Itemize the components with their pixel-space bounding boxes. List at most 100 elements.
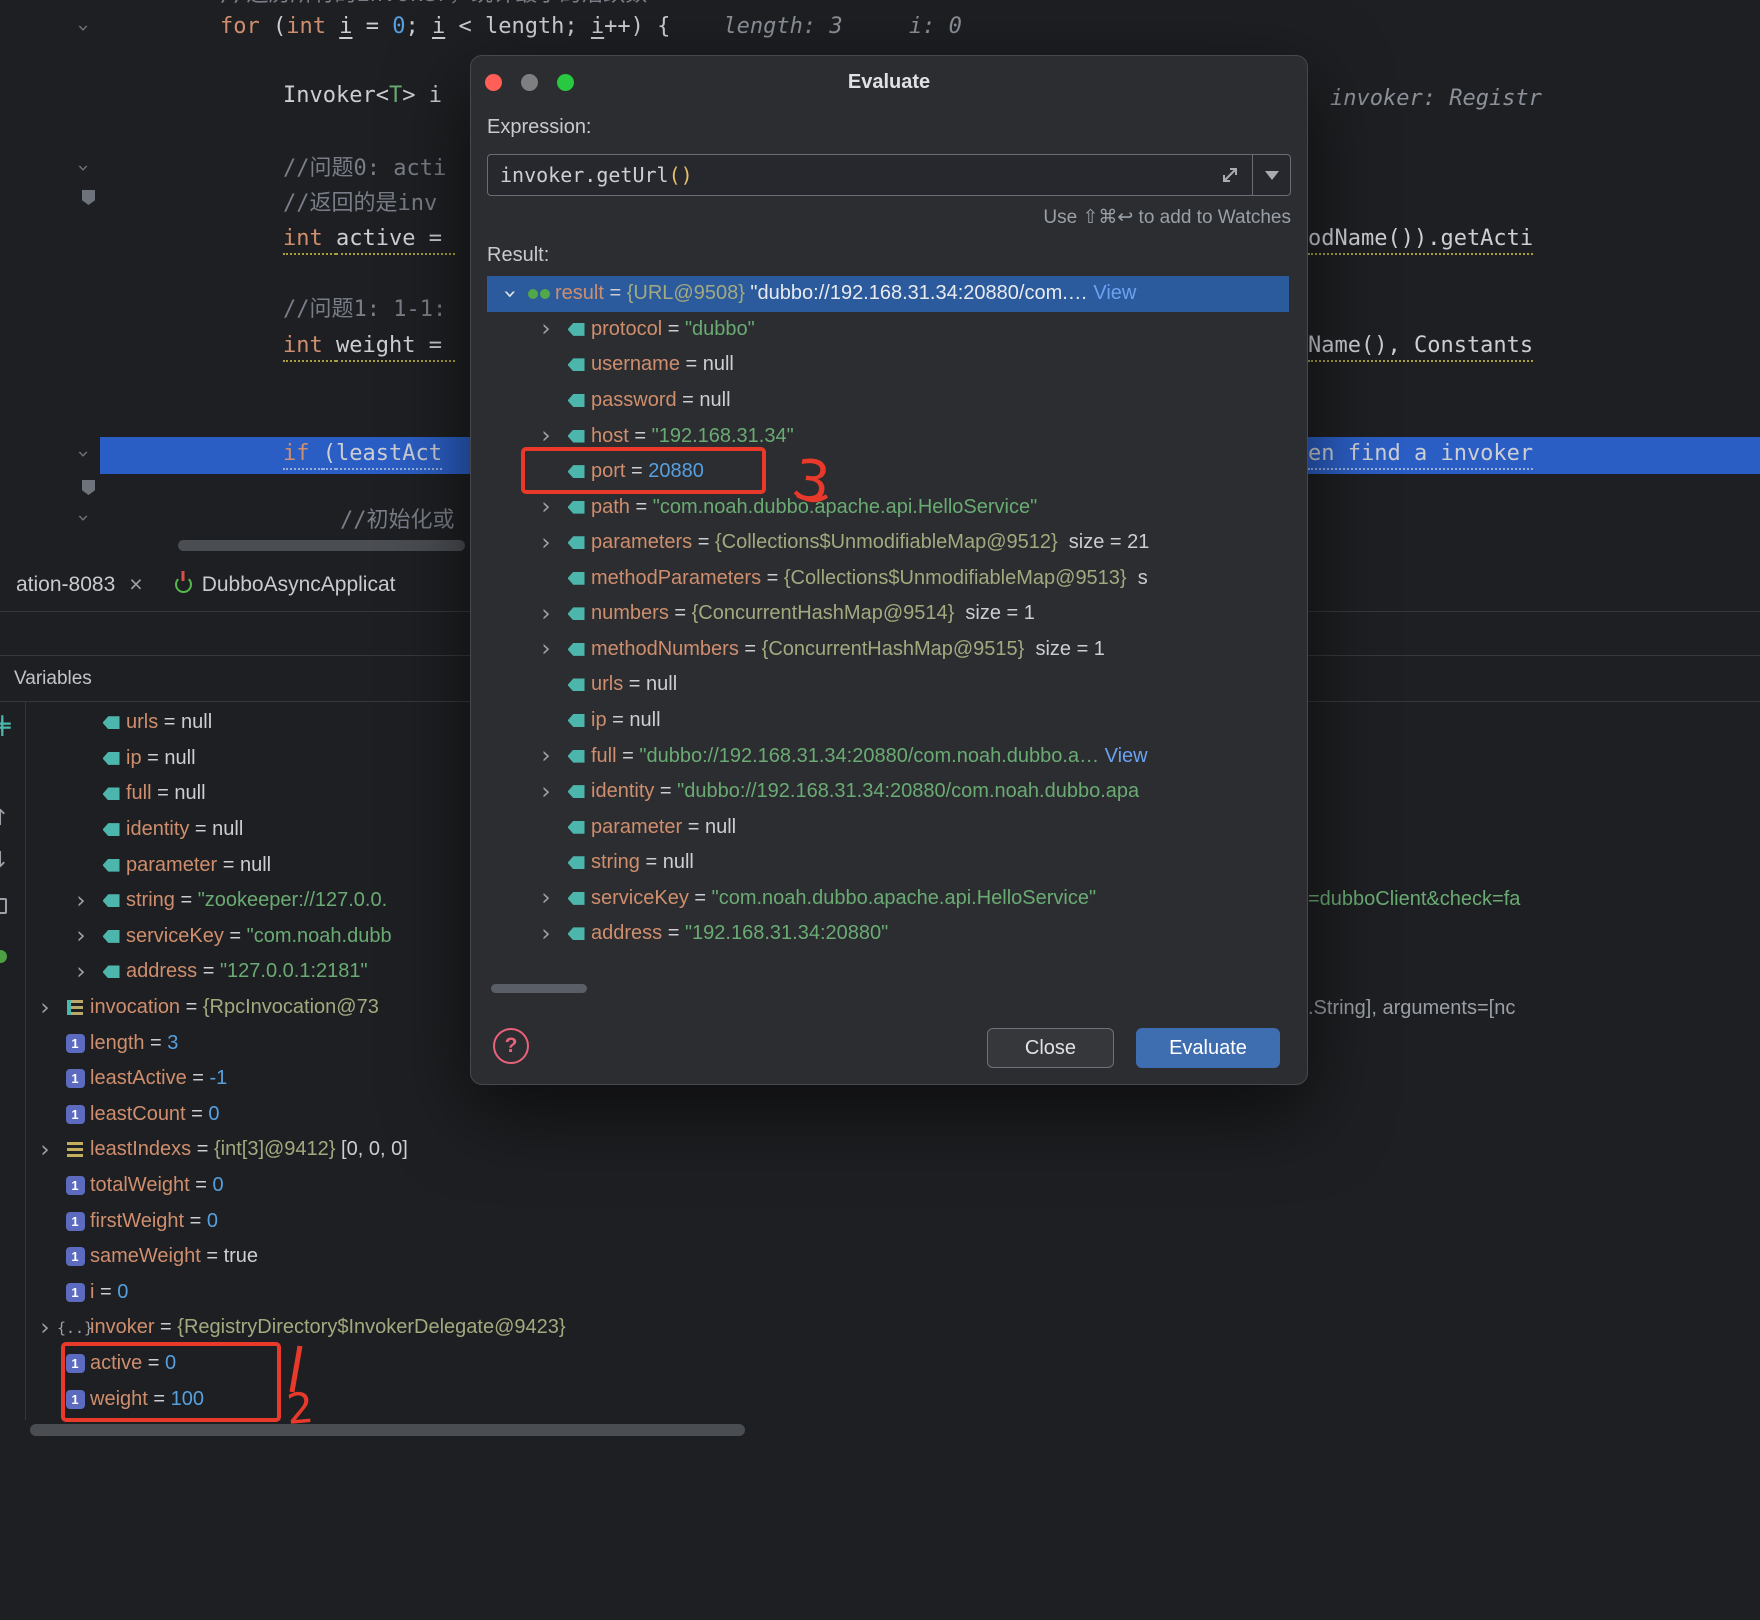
variable-row[interactable]: totalWeight = 0 [0,1168,1760,1204]
variable-row[interactable]: leastCount = 0 [0,1097,1760,1133]
dialog-titlebar[interactable]: Evaluate [471,56,1307,108]
expand-chevron-icon[interactable]: › [30,995,60,1021]
variable-row[interactable]: › leastIndexs = {int[3]@9412} [0, 0, 0] [0,1132,1760,1168]
close-tab-icon[interactable]: × [129,571,142,598]
field-value: = {ConcurrentHashMap@9514} size = 1 [668,602,1035,625]
variable-row[interactable]: sameWeight = true [0,1239,1760,1275]
field-name: protocol [591,317,663,340]
add-watch-icon[interactable]: + [0,712,14,743]
field-name: numbers [591,602,669,625]
field-value: = {ConcurrentHashMap@9515} size = 1 [738,637,1105,660]
prim-icon [60,1101,90,1127]
result-row[interactable]: › methodNumbers = {ConcurrentHashMap@951… [487,632,1289,668]
expand-chevron-icon[interactable]: › [531,423,561,449]
help-button[interactable]: ? [493,1028,529,1064]
expand-chevron-icon[interactable]: › [30,1315,60,1341]
fold-marker-icon[interactable]: › [72,514,96,522]
expand-chevron-icon[interactable]: › [531,601,561,627]
expand-chevron-icon[interactable]: › [531,885,561,911]
variable-row[interactable]: › invoker = {RegistryDirectory$InvokerDe… [0,1310,1760,1346]
zoom-window-icon[interactable] [557,74,574,91]
result-row[interactable]: parameter = null [487,809,1289,845]
result-row[interactable]: › path = "com.noah.dubbo.apache.api.Hell… [487,489,1289,525]
result-row[interactable]: ip = null [487,703,1289,739]
expand-chevron-icon[interactable]: › [66,959,96,985]
fold-marker-icon[interactable]: › [72,24,96,32]
result-row[interactable]: port = 20880 [487,454,1289,490]
prim-icon [60,1386,90,1412]
expand-expression-icon[interactable] [1208,165,1252,185]
tag-icon [96,923,126,949]
result-row[interactable]: › parameters = {Collections$Unmodifiable… [487,525,1289,561]
tag-icon [561,565,591,591]
toolbar-up-icon[interactable]: ↑ [0,806,9,831]
close-button[interactable]: Close [987,1028,1114,1068]
result-row[interactable]: › full = "dubbo://192.168.31.34:20880/co… [487,738,1289,774]
braces-icon [60,1315,90,1341]
run-tab-application-8083[interactable]: ation-8083 × [0,558,159,611]
expand-chevron-icon[interactable]: › [531,743,561,769]
expand-chevron-icon[interactable]: › [30,1137,60,1163]
result-row[interactable]: string = null [487,845,1289,881]
result-row[interactable]: › result = {URL@9508} "dubbo://192.168.3… [487,276,1289,312]
expand-chevron-icon[interactable]: › [531,779,561,805]
field-value: = "dubbo://192.168.31.34:20880/com.noah.… [654,780,1140,803]
field-name: identity [591,780,655,803]
run-tab-dubbo-async-application[interactable]: DubboAsyncApplicat [159,558,412,611]
result-row[interactable]: password = null [487,383,1289,419]
expand-chevron-icon[interactable]: › [66,923,96,949]
variable-value: = null [151,782,206,805]
tag-icon [561,636,591,662]
variable-value: = 0 [189,1174,224,1197]
result-row[interactable]: username = null [487,347,1289,383]
variable-row[interactable]: active = 0 [0,1346,1760,1382]
result-row[interactable]: › protocol = "dubbo" [487,312,1289,348]
expand-chevron-icon[interactable]: › [531,494,561,520]
bookmark-marker-icon[interactable] [82,190,95,205]
field-name: full [591,744,617,767]
expand-chevron-icon[interactable]: › [497,279,523,309]
fold-marker-icon[interactable]: › [72,164,96,172]
result-row[interactable]: urls = null [487,667,1289,703]
result-row[interactable]: methodParameters = {Collections$Unmodifi… [487,561,1289,597]
prim-icon [60,1244,90,1270]
field-name: ip [591,709,607,732]
result-row[interactable]: › host = "192.168.31.34" [487,418,1289,454]
variable-value: = -1 [186,1067,228,1090]
result-row[interactable]: › numbers = {ConcurrentHashMap@9514} siz… [487,596,1289,632]
minimize-window-icon[interactable] [521,74,538,91]
expand-chevron-icon[interactable]: › [531,636,561,662]
variable-row[interactable]: i = 0 [0,1275,1760,1311]
variable-row[interactable]: weight = 100 [0,1381,1760,1417]
editor-hscrollbar[interactable] [178,540,465,551]
field-name: result [555,282,604,305]
field-value: = 20880 [625,460,704,483]
expand-chevron-icon[interactable]: › [66,888,96,914]
fold-marker-icon[interactable]: › [72,450,96,458]
variable-name: parameter [126,853,218,876]
variable-value: = "zookeeper://127.0.0. [174,889,388,912]
variable-value: = {int[3]@9412} [0, 0, 0] [191,1138,408,1161]
expand-chevron-icon[interactable]: › [531,316,561,342]
field-name: username [591,353,680,376]
variables-hscrollbar[interactable] [30,1424,745,1436]
toolbar-down-icon[interactable]: ↓ [0,848,9,873]
result-row[interactable]: › identity = "dubbo://192.168.31.34:2088… [487,774,1289,810]
evaluate-button[interactable]: Evaluate [1136,1028,1280,1068]
variable-name: serviceKey [126,924,224,947]
result-row[interactable]: › serviceKey = "com.noah.dubbo.apache.ap… [487,881,1289,917]
field-name: host [591,424,629,447]
code-line-comment-2: //问题1: 1-1: [283,297,447,322]
expression-history-dropdown[interactable] [1252,155,1290,195]
copy-value-icon[interactable] [0,898,7,914]
variable-row[interactable]: firstWeight = 0 [0,1203,1760,1239]
tag-icon [561,352,591,378]
close-window-icon[interactable] [485,74,502,91]
bookmark-marker-icon[interactable] [82,480,95,495]
result-row[interactable]: › address = "192.168.31.34:20880" [487,916,1289,952]
expand-chevron-icon[interactable]: › [531,921,561,947]
expand-chevron-icon[interactable]: › [531,530,561,556]
field-name: port [591,460,626,483]
expression-input[interactable]: invoker.getUrl() [487,154,1291,196]
result-hscrollbar[interactable] [491,984,587,993]
